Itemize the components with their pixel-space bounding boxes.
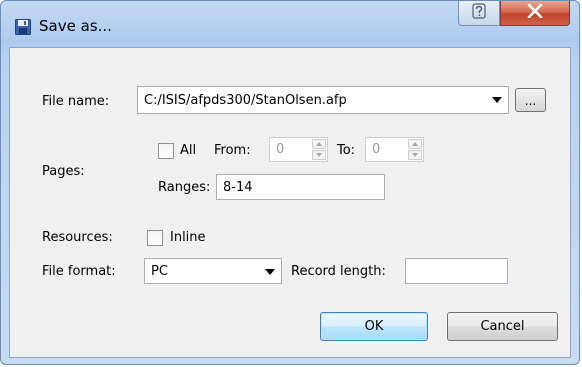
to-spinbox[interactable]: 0 (365, 137, 424, 162)
dialog-client-area: File name: C:/ISIS/afpds300/StanOlsen.af… (9, 47, 571, 358)
from-label: From: (214, 143, 251, 158)
file-name-combobox[interactable]: C:/ISIS/afpds300/StanOlsen.afp (137, 86, 509, 114)
file-format-value: PC (151, 264, 168, 279)
pages-label: Pages: (42, 164, 85, 179)
ranges-input[interactable]: 8-14 (216, 174, 385, 200)
file-name-label: File name: (42, 94, 110, 109)
from-spin-down-icon[interactable] (312, 150, 326, 160)
file-format-select[interactable]: PC (144, 258, 282, 284)
from-value: 0 (276, 142, 285, 157)
inline-label: Inline (170, 230, 206, 245)
from-spinbox[interactable]: 0 (269, 137, 328, 162)
to-value: 0 (372, 142, 381, 157)
resources-label: Resources: (42, 230, 113, 245)
help-button[interactable] (458, 1, 500, 26)
record-length-label: Record length: (291, 264, 386, 279)
ranges-value: 8-14 (223, 180, 253, 195)
chevron-down-icon[interactable] (265, 269, 275, 275)
all-pages-checkbox[interactable] (158, 143, 174, 159)
to-spin-down-icon[interactable] (408, 150, 422, 160)
file-name-value: C:/ISIS/afpds300/StanOlsen.afp (144, 93, 347, 108)
cancel-button-label: Cancel (480, 319, 525, 334)
window-title: Save as... (39, 17, 112, 35)
file-format-label: File format: (42, 264, 116, 279)
all-pages-label: All (180, 143, 197, 158)
chevron-down-icon[interactable] (492, 97, 502, 103)
close-button[interactable] (500, 1, 570, 26)
close-icon (527, 3, 543, 22)
browse-button[interactable]: ... (515, 88, 546, 112)
to-spin-up-icon[interactable] (408, 139, 422, 149)
ranges-label: Ranges: (158, 180, 211, 195)
from-spin-up-icon[interactable] (312, 139, 326, 149)
title-bar[interactable]: Save as... (1, 1, 579, 45)
inline-checkbox[interactable] (147, 230, 163, 246)
save-as-dialog: Save as... File name: C:/ISIS/afpds300/S… (0, 0, 580, 365)
ok-button-label: OK (364, 319, 384, 334)
to-label: To: (337, 143, 356, 158)
browse-button-label: ... (524, 94, 537, 108)
cancel-button[interactable]: Cancel (447, 312, 558, 341)
floppy-disk-icon (15, 19, 31, 35)
record-length-input[interactable] (405, 258, 508, 284)
ok-button[interactable]: OK (320, 312, 428, 341)
help-icon (472, 3, 486, 23)
